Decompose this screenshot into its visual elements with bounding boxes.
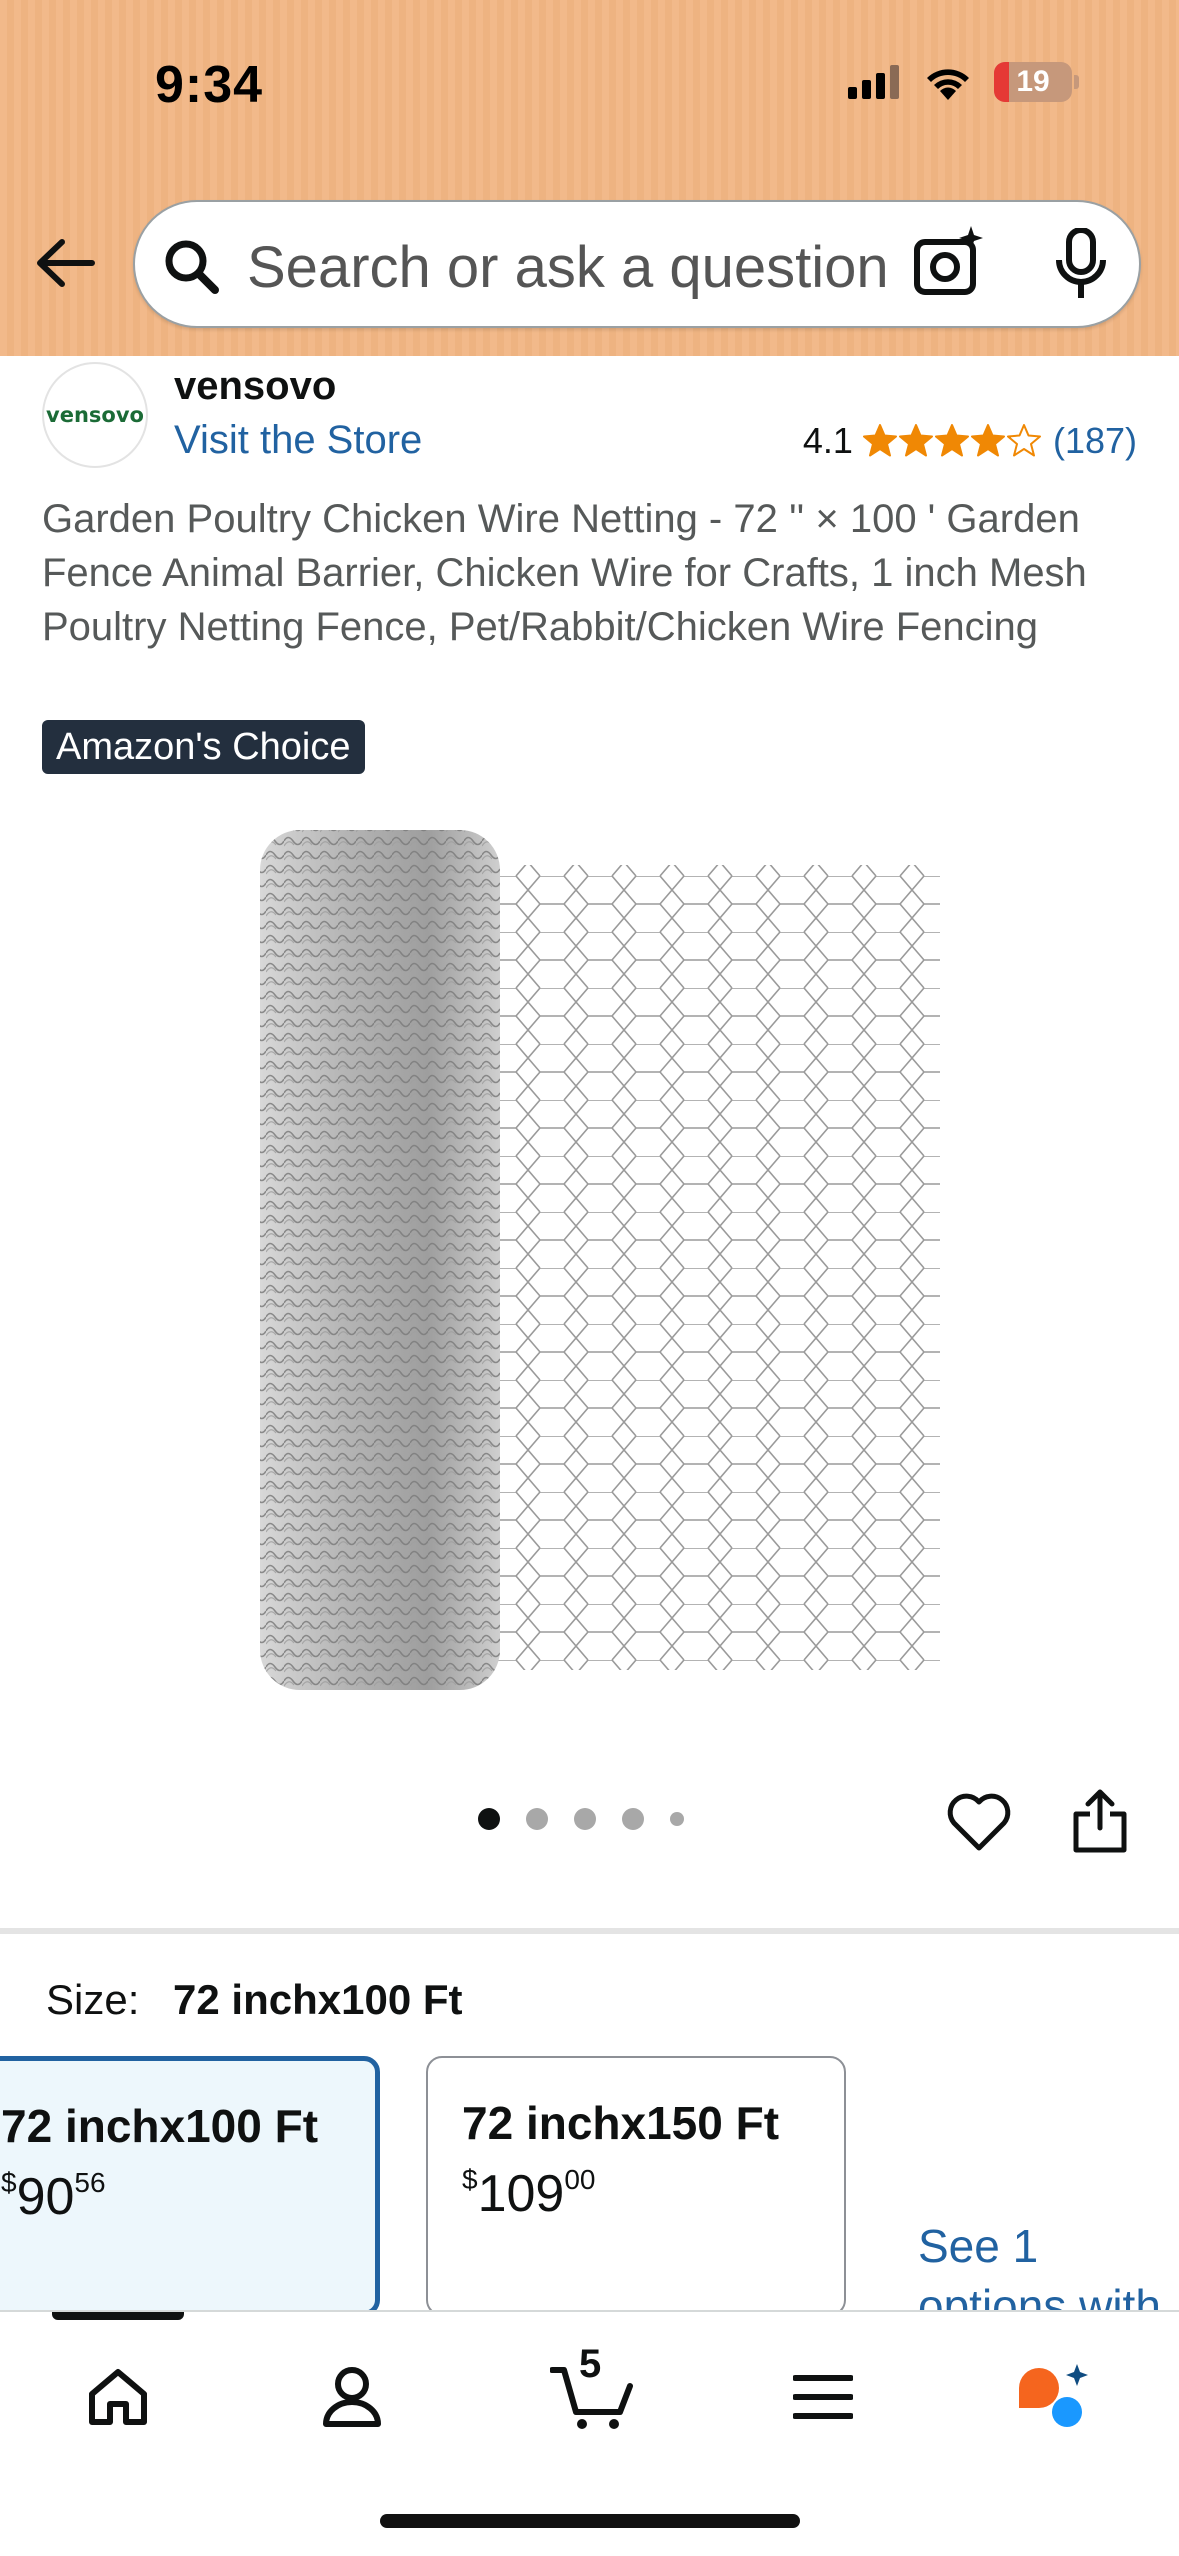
star-full-icon — [934, 424, 969, 457]
star-full-icon — [862, 424, 897, 457]
status-time: 9:34 — [155, 56, 264, 114]
star-rating — [862, 424, 1041, 458]
search-icon — [165, 240, 219, 294]
rating-value: 4.1 — [802, 420, 853, 461]
cellular-signal-icon — [848, 65, 899, 99]
size-option-price: $10900 — [462, 2164, 596, 2223]
nav-menu[interactable] — [778, 2352, 868, 2442]
image-carousel-dots[interactable] — [478, 1808, 684, 1830]
carousel-dot[interactable] — [622, 1808, 644, 1830]
size-option-title: 72 inchx150 Ft — [462, 2097, 780, 2149]
carousel-dot[interactable] — [526, 1808, 548, 1830]
visit-store-link[interactable]: Visit the Store — [174, 418, 422, 463]
carousel-dot[interactable] — [670, 1812, 684, 1826]
size-selected-value: 72 inchx100 Ft — [173, 1976, 463, 2023]
carousel-dot[interactable] — [574, 1808, 596, 1830]
section-divider — [0, 1928, 1179, 1934]
size-selector-header: Size: 72 inchx100 Ft — [46, 1976, 463, 2024]
product-title: Garden Poultry Chicken Wire Netting - 72… — [42, 497, 1087, 649]
rating-summary[interactable]: 4.1 (187) — [803, 420, 1137, 462]
nav-cart[interactable]: 5 — [543, 2342, 643, 2442]
cart-count: 5 — [579, 2342, 602, 2386]
share-icon[interactable] — [1070, 1788, 1130, 1854]
active-tab-indicator — [52, 2312, 184, 2320]
search-input[interactable]: Search or ask a question — [247, 234, 937, 301]
home-icon — [89, 2369, 147, 2425]
back-button[interactable] — [30, 228, 100, 298]
size-option-72x150[interactable]: 72 inchx150 Ft $10900 — [426, 2056, 846, 2316]
size-option-price: $9056 — [1, 2167, 106, 2226]
nav-account[interactable] — [307, 2352, 397, 2442]
camera-search-icon[interactable] — [913, 224, 985, 298]
nav-rufus[interactable] — [1008, 2352, 1098, 2442]
app-header: 9:34 19 Search or ask a question — [0, 0, 1179, 356]
star-full-icon — [898, 424, 933, 457]
menu-icon — [793, 2375, 853, 2419]
star-partial-icon — [1006, 424, 1041, 457]
brand-name: vensovo — [174, 364, 337, 408]
battery-indicator: 19 — [994, 62, 1079, 102]
rufus-ai-icon — [1019, 2364, 1088, 2427]
microphone-icon[interactable] — [1053, 228, 1109, 302]
wishlist-heart-icon[interactable] — [946, 1790, 1012, 1852]
star-full-icon — [970, 424, 1005, 457]
carousel-dot[interactable] — [478, 1808, 500, 1830]
size-option-title: 72 inchx100 Ft — [1, 2100, 319, 2152]
wifi-icon — [927, 69, 969, 100]
back-arrow-icon — [37, 239, 95, 287]
brand-logo[interactable]: vensovo — [42, 362, 148, 468]
review-count[interactable]: (187) — [1053, 420, 1137, 462]
brand-logo-text: vensovo — [46, 403, 144, 427]
size-option-72x100[interactable]: 72 inchx100 Ft $9056 — [0, 2056, 380, 2316]
home-indicator — [380, 2514, 800, 2528]
nav-home[interactable] — [73, 2352, 163, 2442]
battery-level: 19 — [1016, 65, 1050, 98]
amazons-choice-badge[interactable]: Amazon's Choice — [42, 720, 365, 774]
status-icons: 19 — [848, 62, 1079, 102]
size-label: Size: — [46, 1976, 140, 2023]
search-bar[interactable]: Search or ask a question — [133, 200, 1141, 328]
account-icon — [323, 2367, 381, 2427]
product-image[interactable] — [230, 820, 970, 1700]
